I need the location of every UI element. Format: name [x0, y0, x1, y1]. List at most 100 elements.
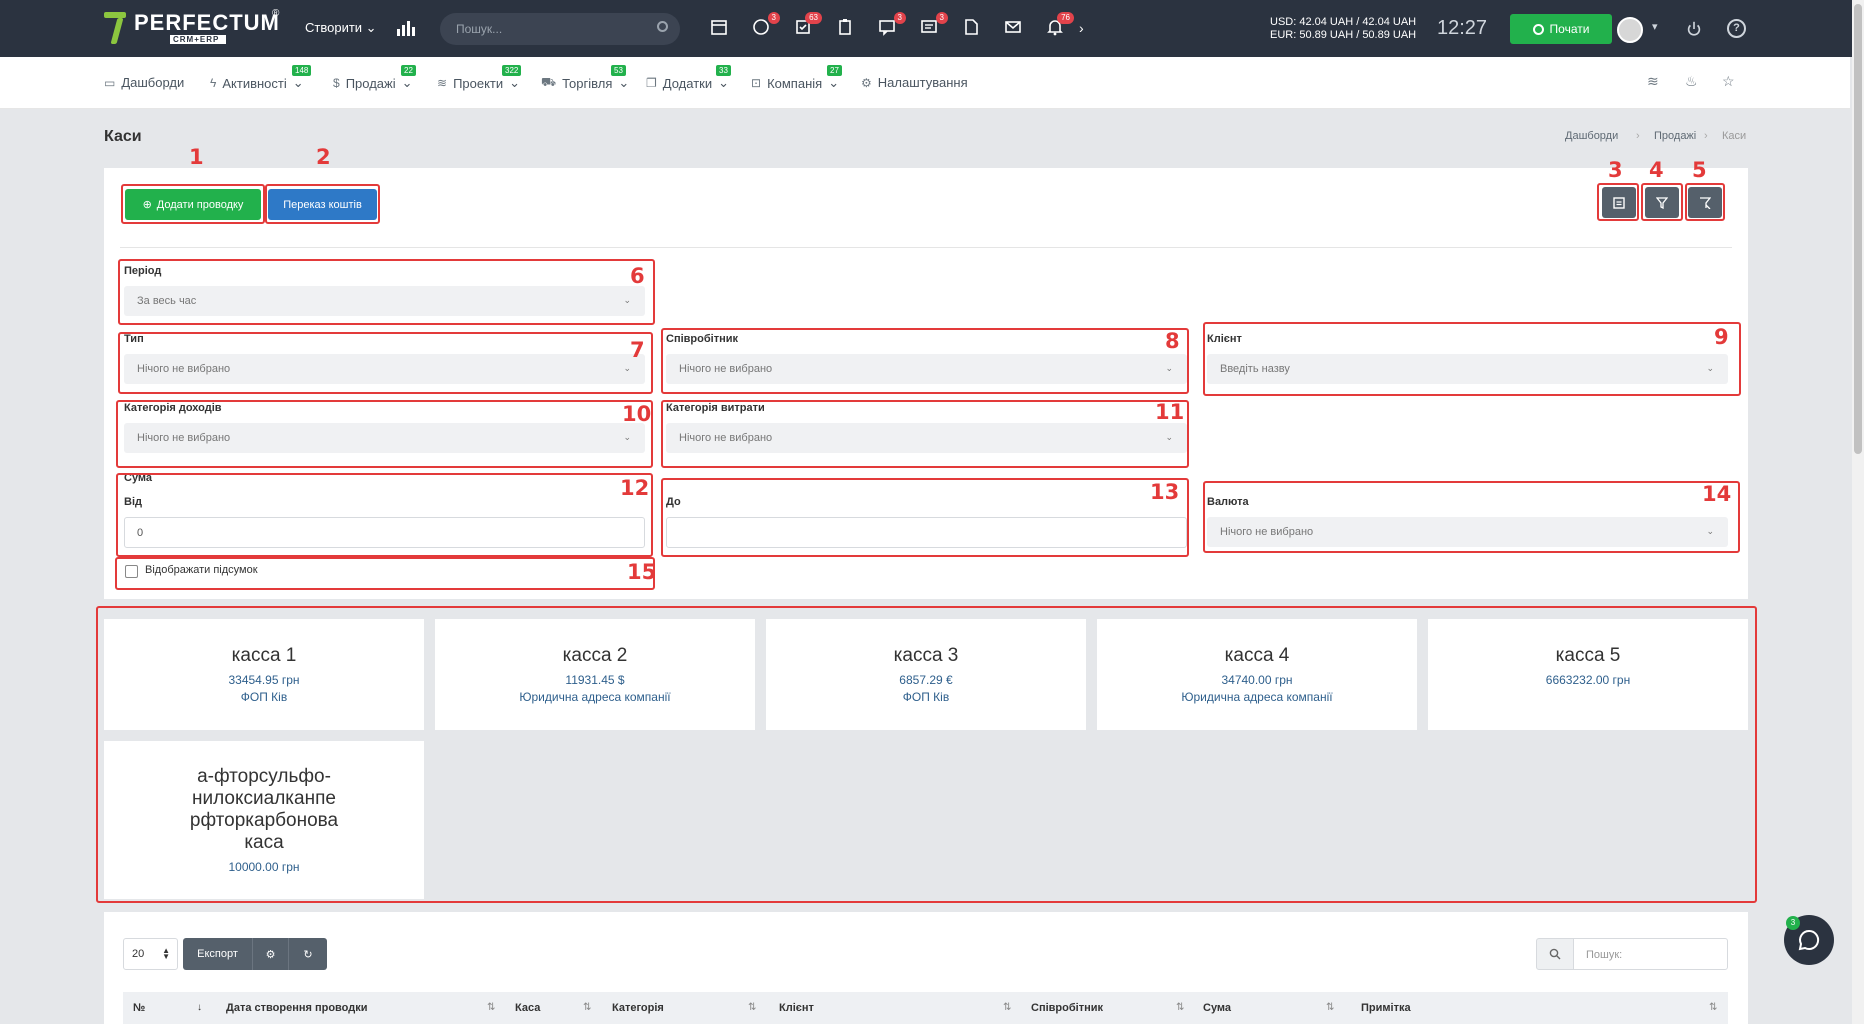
column-header-note[interactable]: Примітка: [1361, 1002, 1411, 1014]
layers-icon[interactable]: ≋: [1647, 73, 1659, 90]
breadcrumb-dashboards[interactable]: Дашборди: [1565, 130, 1618, 142]
annotation-box-15: [115, 557, 655, 590]
start-timer-button[interactable]: Почати: [1510, 14, 1612, 44]
chevron-down-icon[interactable]: ▾: [1652, 20, 1658, 33]
annotation-box-7: [118, 332, 653, 394]
page-size-value: 20: [132, 948, 145, 960]
tasks-icon[interactable]: 63: [792, 12, 822, 38]
column-header-cashbox[interactable]: Каса: [515, 1002, 540, 1014]
annotation-number-4: 4: [1649, 158, 1664, 182]
column-header-date[interactable]: Дата створення проводки: [226, 1002, 367, 1014]
nav-badge: 22: [401, 65, 416, 76]
power-icon[interactable]: [1685, 20, 1703, 41]
annotation-box-5: [1685, 183, 1725, 221]
refresh-icon: ↻: [303, 948, 313, 961]
cash-box-name: касса 2: [562, 645, 628, 666]
nav-badge: 33: [716, 65, 731, 76]
cash-box-name: касса 1: [231, 645, 297, 666]
stats-icon[interactable]: [397, 20, 415, 36]
nav-label: Дашборди: [121, 75, 185, 90]
brand-sub: CRM+ERP: [170, 35, 226, 44]
cash-box-card[interactable]: касса 3 6857.29 € ФОП Ків: [766, 619, 1086, 730]
annotation-box-6: [118, 259, 655, 325]
chat-icon[interactable]: 3: [750, 12, 780, 38]
page-size-select[interactable]: 20 ▲ ▼: [123, 938, 178, 970]
chevron-down-icon: ⌄: [509, 75, 521, 90]
chat-bubble-icon: [1798, 929, 1820, 951]
nav-badge: 53: [611, 65, 626, 76]
star-icon[interactable]: ☆: [1722, 73, 1735, 90]
cash-box-sum: 11931.45 $: [565, 673, 625, 687]
copy-icon: ❐: [646, 76, 657, 90]
clipboard-icon[interactable]: [834, 16, 856, 38]
search-icon: [1536, 938, 1574, 970]
table-search-input[interactable]: Пошук:: [1573, 938, 1728, 970]
annotation-box-3: [1597, 183, 1639, 221]
breadcrumb-separator: ›: [1704, 130, 1708, 142]
create-menu[interactable]: Створити ⌄: [305, 20, 377, 36]
cash-box-card[interactable]: касса 5 6663232.00 грн: [1428, 619, 1748, 730]
sort-desc-icon[interactable]: ↓: [197, 1002, 202, 1013]
sort-icon[interactable]: ⇅: [487, 1002, 495, 1013]
sort-icon[interactable]: ⇅: [748, 1002, 756, 1013]
top-icons: 3 63 3 3 76: [708, 12, 1074, 38]
usd-rate: USD: 42.04 UAH / 42.04 UAH: [1270, 16, 1417, 28]
clock: 12:27: [1437, 17, 1488, 39]
chevron-down-icon: ⌄: [365, 20, 377, 35]
mail-icon[interactable]: [1002, 16, 1024, 38]
column-header-employee[interactable]: Співробітник: [1031, 1002, 1103, 1014]
calendar-icon[interactable]: [708, 16, 730, 38]
table-header: № ↓ Дата створення проводки ⇅ Каса ⇅ Кат…: [123, 992, 1728, 1024]
nav-item-projects[interactable]: ≋ Проекти ⌄ 322: [437, 65, 522, 91]
sort-icon[interactable]: ⇅: [1709, 1002, 1717, 1013]
nav-label: Компанія: [767, 75, 823, 91]
scrollbar-thumb[interactable]: [1854, 4, 1862, 454]
currency-rates: USD: 42.04 UAH / 42.04 UAH EUR: 50.89 UA…: [1270, 16, 1416, 42]
cash-box-card[interactable]: касса 2 11931.45 $ Юридична адреса компа…: [435, 619, 755, 730]
document-icon[interactable]: [960, 16, 982, 38]
page-scrollbar[interactable]: [1852, 0, 1864, 1024]
bell-icon[interactable]: 76: [1044, 12, 1074, 38]
chevron-down-icon: ⌄: [828, 75, 840, 90]
column-header-client[interactable]: Клієнт: [779, 1002, 814, 1014]
avatar[interactable]: [1617, 17, 1643, 43]
breadcrumb-current: Каси: [1722, 130, 1747, 142]
cash-box-org: ФОП Ків: [902, 690, 950, 704]
columns-settings-button[interactable]: ⚙: [253, 938, 289, 970]
nav-item-addons[interactable]: ❐ Додатки ⌄ 33: [646, 65, 731, 91]
nav-item-settings[interactable]: ⚙ Налаштування: [861, 75, 968, 90]
column-header-sum[interactable]: Сума: [1203, 1002, 1231, 1014]
cash-box-sum: 6857.29 €: [899, 673, 953, 687]
refresh-button[interactable]: ↻: [289, 938, 327, 970]
messages-icon[interactable]: 3: [876, 12, 906, 38]
gear-icon: ⚙: [265, 948, 276, 961]
gear-icon: ⚙: [861, 75, 872, 90]
chevron-right-icon[interactable]: ›: [1079, 20, 1084, 36]
annotation-box-1: [121, 184, 265, 224]
sort-icon[interactable]: ⇅: [1326, 1002, 1334, 1013]
nav-item-trade[interactable]: ⛟ Торгівля ⌄ 53: [541, 65, 629, 91]
annotation-box-2: [265, 184, 380, 224]
nav-label: Продажі: [345, 75, 396, 91]
cash-box-card[interactable]: касса 4 34740.00 грн Юридична адреса ком…: [1097, 619, 1417, 730]
logo[interactable]: PERFECTUM CRM+ERP ®: [102, 8, 280, 46]
nav-item-activities[interactable]: ϟ Активності ⌄ 148: [210, 65, 312, 91]
divider: [120, 247, 1732, 248]
column-header-category[interactable]: Категорія: [612, 1002, 664, 1014]
global-search-input[interactable]: Пошук...: [440, 13, 680, 45]
nav-item-dashboards[interactable]: ▭ Дашборди: [104, 75, 184, 90]
sort-icon[interactable]: ⇅: [583, 1002, 591, 1013]
nav-item-sales[interactable]: $ Продажі ⌄ 22: [333, 65, 416, 91]
comments-icon[interactable]: 3: [918, 12, 948, 38]
sort-icon[interactable]: ⇅: [1003, 1002, 1011, 1013]
sort-icon[interactable]: ⇅: [1176, 1002, 1184, 1013]
fire-icon[interactable]: ♨: [1685, 73, 1698, 90]
nav-item-company[interactable]: ⊡ Компанія ⌄ 27: [751, 65, 842, 91]
column-header-number[interactable]: №: [133, 1002, 145, 1014]
breadcrumb-sales[interactable]: Продажі: [1654, 130, 1696, 142]
cash-box-card[interactable]: а-фторсульфо-нилоксиалканпе рфторкарбоно…: [104, 741, 424, 899]
cash-box-card[interactable]: касса 1 33454.95 грн ФОП Ків: [104, 619, 424, 730]
export-button[interactable]: Експорт: [183, 938, 253, 970]
help-icon[interactable]: ?: [1727, 19, 1746, 38]
bolt-icon: ϟ: [210, 76, 217, 90]
